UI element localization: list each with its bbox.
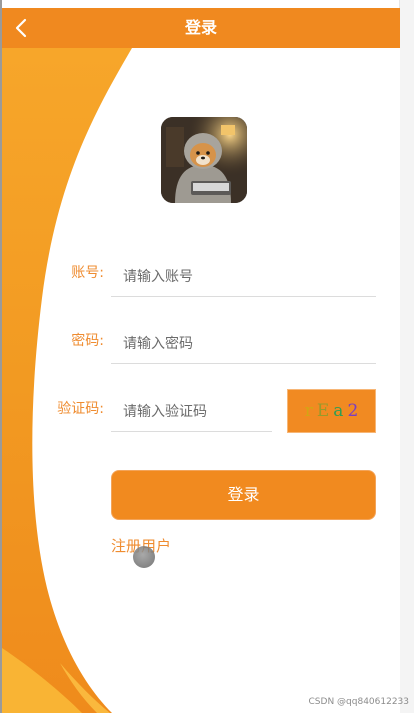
captcha-char-1: r — [304, 401, 313, 421]
captcha-image[interactable]: rEa2 — [287, 389, 376, 433]
touch-cursor-indicator — [133, 546, 155, 568]
password-label: 密码: — [71, 333, 104, 349]
captcha-char-3: a — [333, 401, 344, 421]
account-input[interactable] — [111, 257, 376, 297]
avatar-illustration — [161, 117, 247, 203]
captcha-input[interactable] — [111, 392, 272, 432]
top-app-bar: 登录 — [2, 8, 400, 48]
right-scrollbar-gutter — [399, 0, 414, 713]
login-button[interactable]: 登录 — [111, 470, 376, 520]
password-input[interactable] — [111, 324, 376, 364]
account-label: 账号: — [71, 265, 104, 281]
captcha-char-2: E — [316, 401, 330, 421]
captcha-label: 验证码: — [57, 401, 104, 417]
page-title: 登录 — [184, 18, 217, 37]
avatar-image — [161, 117, 247, 203]
app-screen: 登录 账号: 密码: 验证码: — [0, 0, 414, 713]
watermark: CSDN @qq840612233 — [308, 697, 409, 707]
captcha-char-4: 2 — [347, 401, 359, 421]
